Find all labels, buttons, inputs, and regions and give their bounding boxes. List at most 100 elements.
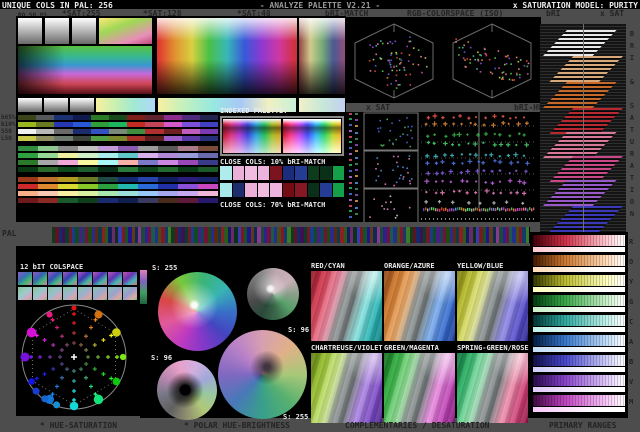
strip-cell (18, 146, 38, 151)
strip-cell (178, 177, 198, 182)
colspace12-tile (48, 272, 62, 285)
primary-range-tint (533, 247, 625, 252)
strip-cell (108, 136, 128, 141)
primary-range-strip (533, 315, 625, 326)
primary-range-strip (533, 235, 625, 246)
primary-range-tint (533, 307, 625, 312)
strip-cell (181, 129, 200, 134)
strip-cell (138, 153, 158, 158)
strip-cell (98, 198, 118, 203)
gradient-strip (18, 129, 219, 134)
strip-cell (72, 115, 91, 120)
strip-cell (138, 184, 158, 189)
strip-cell (198, 191, 218, 196)
strip-cell (54, 115, 73, 120)
strip-cell (18, 184, 38, 189)
strip-cell (118, 160, 138, 165)
strip-cell (181, 122, 200, 127)
xsat-scatter-boxes (363, 112, 419, 222)
strip-cell (145, 122, 164, 127)
xsat-plot-label: x SAT (366, 103, 391, 112)
strip-cell (118, 191, 138, 196)
strip-cell (138, 167, 158, 172)
strip-cell (118, 184, 138, 189)
strip-cell (127, 129, 146, 134)
strip-cell (199, 115, 219, 120)
strip-cell (18, 122, 37, 127)
strip-label: S50 (1, 128, 12, 135)
strip-cell (18, 160, 38, 165)
xsat-label-right: x SAT (600, 9, 625, 18)
strip-cell (18, 167, 38, 172)
strip-cell (58, 153, 78, 158)
gradient-strip (18, 198, 218, 203)
primary-range-tint (533, 287, 625, 292)
color-swatch (220, 166, 232, 180)
brihue-scatter-plot (421, 112, 535, 212)
sphere-s96-top (247, 268, 299, 320)
strip-cell (138, 146, 158, 151)
strip-cell (98, 191, 118, 196)
primary-range-letter: R (629, 238, 634, 246)
strip-cell (36, 122, 55, 127)
strip-cell (18, 129, 37, 134)
color-swatch (332, 166, 344, 180)
strip-cell (90, 129, 109, 134)
footer-primary-ranges: PRIMARY RANGES (549, 421, 617, 430)
strip-cell (198, 153, 218, 158)
primary-range-tint (533, 267, 625, 272)
strip-cell (36, 129, 55, 134)
strip-cell (118, 146, 138, 151)
primary-range-strip (533, 295, 625, 306)
color-swatch (257, 183, 269, 197)
pal-bar (525, 227, 529, 243)
color-swatch (270, 166, 282, 180)
strip-cell (38, 146, 58, 151)
strip-label: b10% (1, 121, 16, 128)
strip-cell (145, 129, 164, 134)
close-cols-70-label: CLOSE COLS: 70% bRI-MATCH (220, 201, 326, 209)
bri-saturation-vertical-label: BRI & SATURATION (628, 30, 636, 222)
strip-cell (78, 160, 98, 165)
strip-cell (54, 136, 73, 141)
strip-cell (36, 115, 55, 120)
sphere-s255-top (158, 272, 237, 351)
strip-cell (98, 177, 118, 182)
color-swatch (307, 183, 319, 197)
strip-cell (178, 167, 198, 172)
strip-cell (178, 191, 198, 196)
strip-cell (199, 122, 219, 127)
strip-cell (38, 184, 58, 189)
strip-cell (18, 177, 38, 182)
complementary-label: CHARTREUSE/VIOLET (311, 344, 383, 352)
sphere2-label: S: 96 (288, 326, 310, 334)
strip-cell (163, 115, 182, 120)
strip-cell (38, 167, 58, 172)
sat48-gradient-panel (299, 18, 345, 94)
pal-label: PAL (2, 229, 17, 238)
gradient-strip (18, 191, 218, 196)
primary-range-strip (533, 255, 625, 266)
strip-cell (138, 198, 158, 203)
strip-cell (58, 177, 78, 182)
strip-cell (58, 184, 78, 189)
strip-cell (199, 136, 219, 141)
primary-range-letter: B (629, 358, 634, 366)
colspace12-tile (93, 272, 107, 285)
iso-cube-scatter-1 (354, 23, 434, 99)
color-swatch (295, 166, 307, 180)
strip-cell (158, 198, 178, 203)
strip-cell (158, 184, 178, 189)
hue-saturation-wheel (20, 304, 127, 411)
color-swatch (307, 166, 319, 180)
complementary-gradient (311, 353, 382, 423)
strip-cell (18, 136, 37, 141)
pal-color-strip (52, 227, 530, 243)
strip-cell (36, 136, 55, 141)
iso-cube-scatter-2 (452, 23, 532, 99)
color-swatch (295, 183, 307, 197)
strip-cell (18, 115, 37, 120)
gradient-strip (18, 177, 218, 182)
gray-ramp-tile (72, 18, 96, 44)
complementary-gradient (457, 353, 528, 423)
